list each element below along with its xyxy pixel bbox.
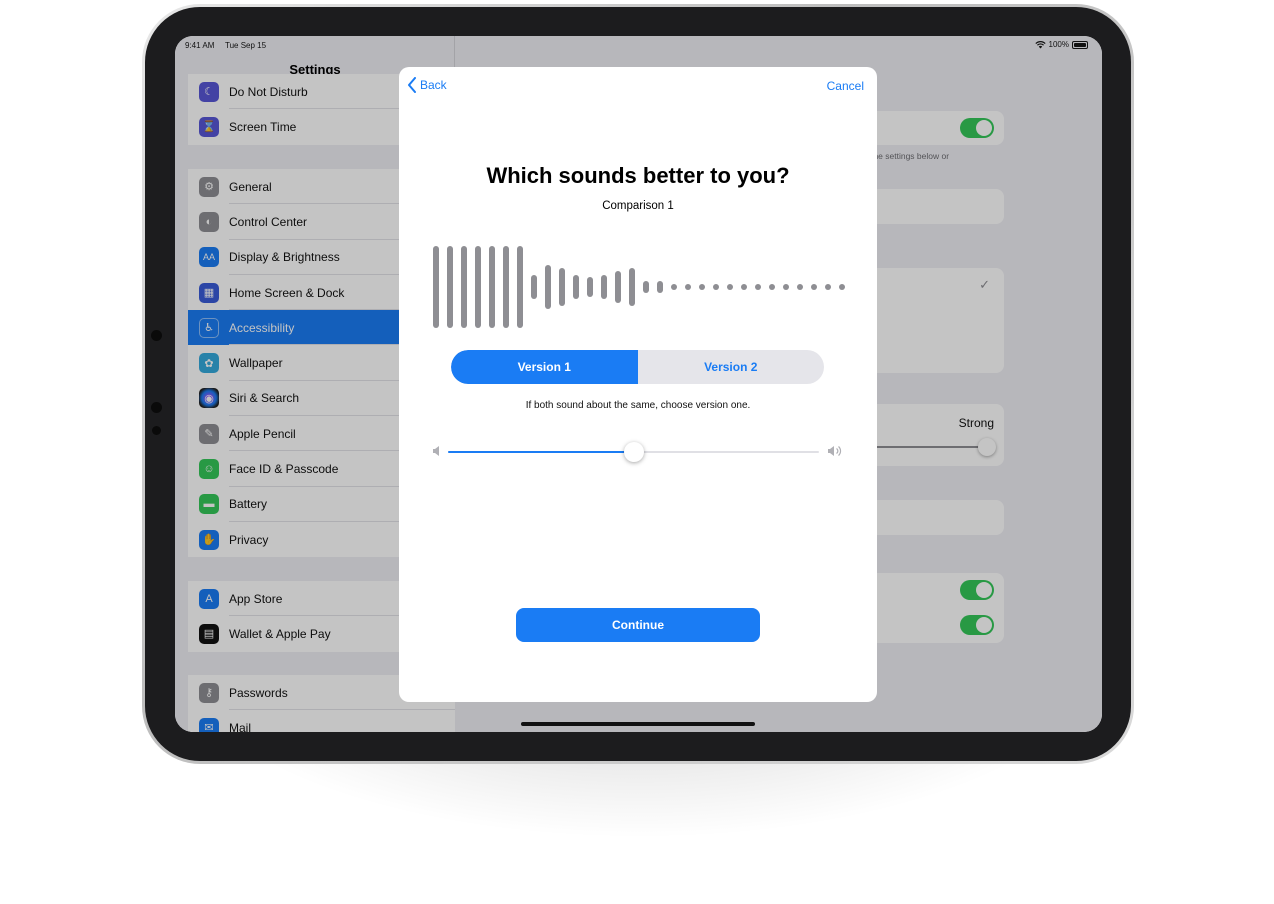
sheet-title: Which sounds better to you? [486,163,790,188]
speaker-high-icon [828,446,842,456]
wifi-icon [1034,40,1046,48]
back-button[interactable]: Back [407,77,447,93]
status-right: 100% [1034,40,1088,49]
hearing-comparison-sheet: Back Cancel Which sounds better to you? … [399,67,877,702]
status-time: 9:41 AM [185,41,215,50]
status-date: Tue Sep 15 [225,41,267,50]
home-indicator[interactable] [521,722,755,726]
camera-icon [151,330,162,341]
volume-slider[interactable] [429,442,847,462]
sensor-icon [151,402,162,413]
audio-waveform [433,246,845,328]
battery-percent: 100% [1048,40,1069,49]
version-2-segment[interactable]: Version 2 [638,350,825,384]
version-1-segment[interactable]: Version 1 [451,350,638,384]
volume-track[interactable] [448,442,819,462]
status-bar: 9:41 AM Tue Sep 15 100% [175,36,1102,54]
cancel-button[interactable]: Cancel [827,79,864,93]
hint-text: If both sound about the same, choose ver… [525,400,751,411]
volume-fill [448,451,634,453]
speaker-low-icon [433,446,439,456]
comparison-label: Comparison 1 [602,200,674,212]
sensor-icon [152,426,161,435]
version-segmented-control: Version 1 Version 2 [451,350,824,384]
battery-icon [1072,40,1088,49]
volume-knob[interactable] [623,442,644,462]
continue-button[interactable]: Continue [516,608,760,642]
back-label: Back [420,78,447,92]
chevron-left-icon [408,77,416,93]
